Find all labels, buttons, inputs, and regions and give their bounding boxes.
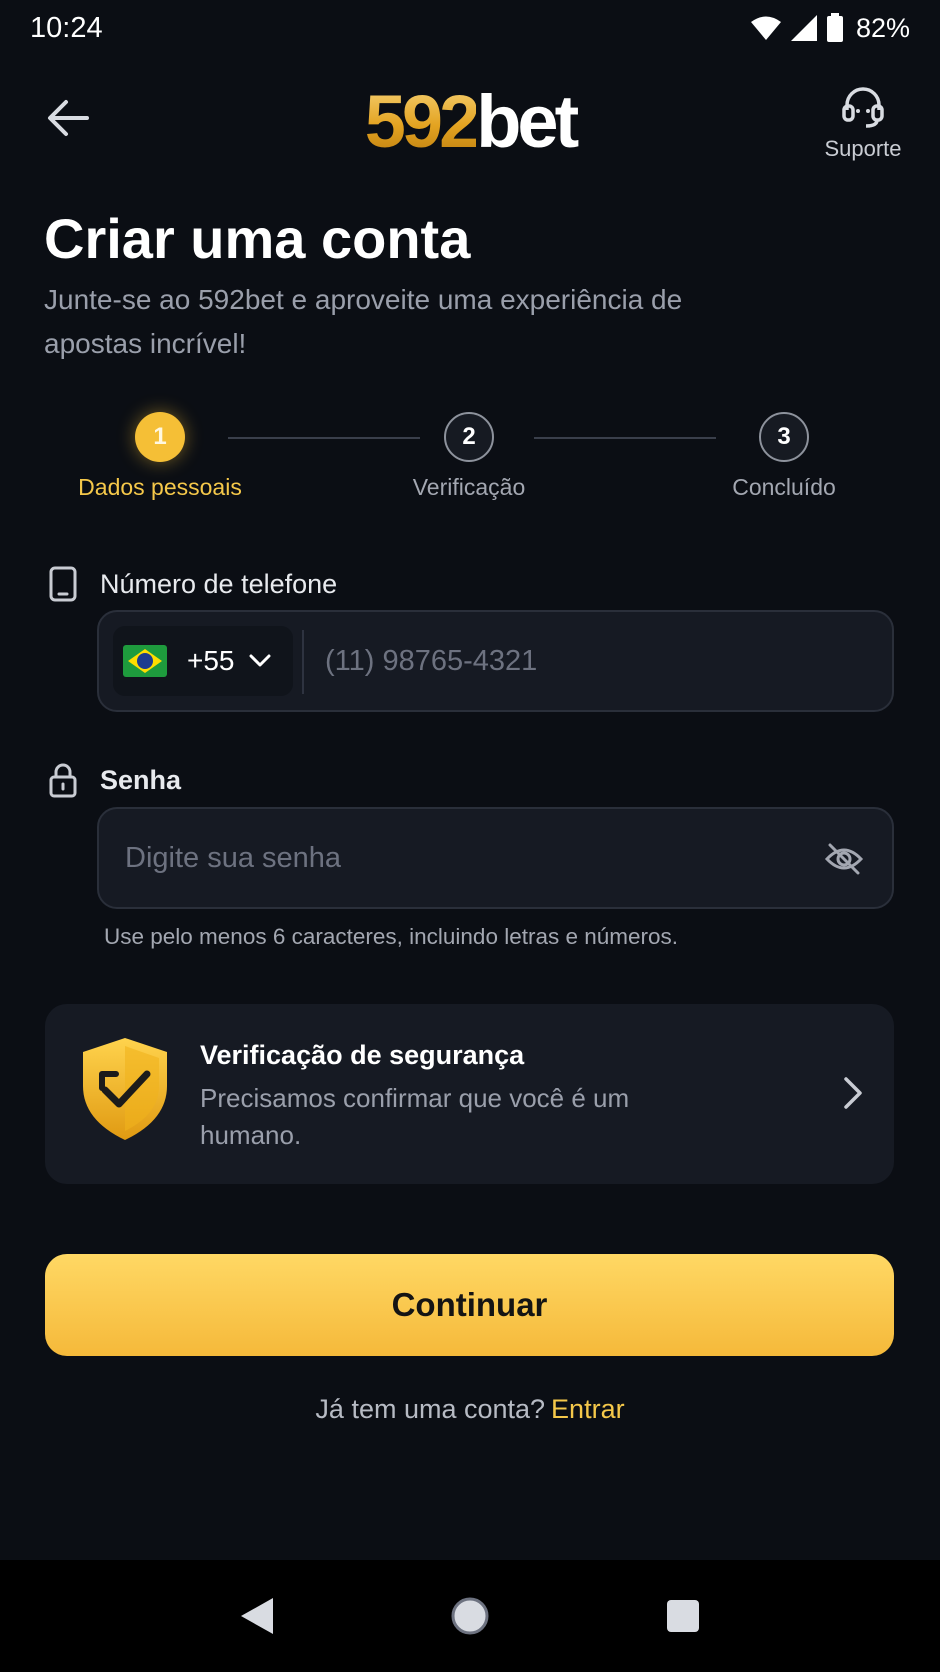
phone-input[interactable] (325, 636, 865, 686)
wifi-icon (750, 15, 782, 41)
step-1-label: Dados pessoais (78, 474, 242, 500)
battery-icon (826, 13, 844, 43)
header: 592bet Suporte (0, 76, 940, 186)
field-divider (302, 630, 304, 694)
chevron-down-icon (249, 654, 270, 667)
login-link[interactable]: Entrar (551, 1394, 625, 1424)
status-icons: 82% (750, 13, 910, 44)
password-field (97, 807, 894, 909)
nav-recents-button[interactable] (653, 1586, 713, 1646)
step-1-indicator: 1 (135, 412, 185, 462)
security-description: Precisamos confirmar que você é um human… (200, 1083, 630, 1150)
triangle-back-icon (240, 1598, 273, 1634)
eye-off-icon (824, 843, 864, 875)
password-input[interactable] (125, 833, 765, 883)
chevron-right-icon (844, 1077, 862, 1109)
password-hint: Use pelo menos 6 caracteres, incluindo l… (104, 924, 679, 949)
page-subtitle: Junte-se ao 592bet e aproveite uma exper… (44, 284, 683, 359)
country-code: +55 (187, 645, 235, 676)
circle-home-icon (451, 1597, 489, 1635)
phone-icon (49, 566, 77, 602)
step-3-label: Concluído (732, 474, 836, 500)
brazil-flag-icon (123, 645, 167, 677)
step-3-indicator: 3 (759, 412, 809, 462)
support-button[interactable]: Suporte (818, 84, 908, 162)
brand-logo: 592bet (0, 82, 940, 162)
headset-icon (842, 87, 884, 128)
continue-button[interactable]: Continuar (45, 1254, 894, 1356)
phone-label-row: Número de telefone (48, 566, 337, 602)
country-code-select[interactable]: +55 (113, 626, 293, 696)
status-bar: 10:24 82% (0, 0, 940, 56)
step-2-indicator: 2 (444, 412, 494, 462)
logo-word: bet (476, 80, 579, 163)
square-recents-icon (667, 1600, 700, 1632)
shield-check-icon (83, 1038, 167, 1140)
nav-back-button[interactable] (227, 1586, 287, 1646)
page-title: Criar uma conta (44, 207, 471, 270)
phone-label: Número de telefone (100, 568, 338, 599)
phone-field: +55 (97, 610, 894, 712)
status-time: 10:24 (30, 11, 103, 44)
password-label-row: Senha (48, 762, 181, 798)
security-verification-card[interactable]: Verificação de segurança Precisamos conf… (45, 1004, 894, 1184)
logo-number: 592 (364, 80, 480, 163)
support-label: Suporte (824, 136, 902, 161)
step-connector (228, 437, 420, 439)
login-prompt-row: Já tem uma conta? Entrar (0, 1394, 940, 1425)
toggle-password-visibility[interactable] (822, 837, 866, 881)
battery-percentage: 82% (855, 12, 910, 43)
login-prompt: Já tem uma conta? (315, 1394, 546, 1424)
step-2-label: Verificação (412, 474, 526, 500)
password-label: Senha (100, 764, 182, 795)
system-navigation-bar (0, 1560, 940, 1672)
step-connector (534, 437, 716, 439)
signal-icon (790, 14, 818, 42)
nav-home-button[interactable] (440, 1586, 500, 1646)
security-title: Verificação de segurança (200, 1040, 525, 1070)
lock-icon (49, 763, 77, 798)
progress-stepper: 1 Dados pessoais 2 Verificação 3 Concluí… (0, 412, 940, 502)
